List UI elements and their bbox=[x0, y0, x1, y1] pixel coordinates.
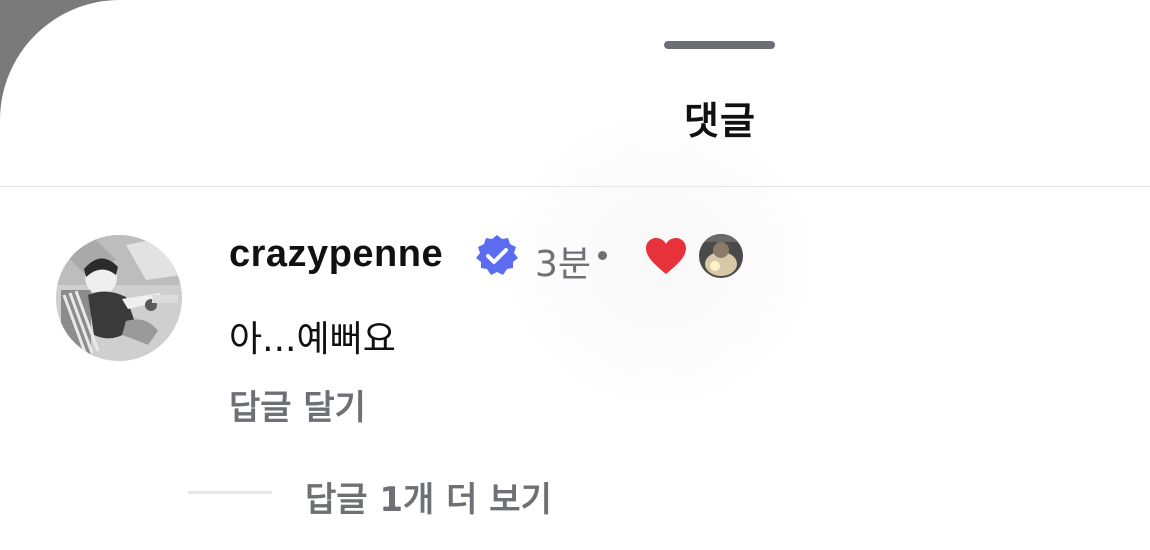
commenter-username[interactable]: crazypenne bbox=[229, 233, 443, 276]
creator-like-avatar-image bbox=[699, 234, 743, 278]
commenter-avatar-image bbox=[56, 235, 182, 361]
header-divider bbox=[0, 186, 1150, 187]
commenter-avatar[interactable] bbox=[56, 235, 182, 361]
view-more-replies-button[interactable]: 답글 1개 더 보기 bbox=[305, 472, 552, 521]
comment-timestamp: 3분 bbox=[535, 244, 592, 285]
replies-thread-line bbox=[188, 491, 272, 494]
reply-button[interactable]: 답글 달기 bbox=[229, 380, 366, 429]
screen: 댓글 crazypenne 3분 아...예뻐요 답글 달기 답글 1개 더 보… bbox=[0, 0, 1150, 550]
heart-icon[interactable] bbox=[644, 236, 688, 276]
verified-badge-icon bbox=[476, 235, 518, 275]
sheet-title: 댓글 bbox=[684, 99, 756, 143]
separator-dot bbox=[598, 251, 607, 260]
comments-sheet: 댓글 crazypenne 3분 아...예뻐요 답글 달기 답글 1개 더 보… bbox=[0, 0, 1150, 550]
creator-like-avatar bbox=[699, 234, 743, 278]
comment-text: 아...예뻐요 bbox=[229, 319, 396, 360]
sheet-drag-handle[interactable] bbox=[664, 41, 775, 49]
